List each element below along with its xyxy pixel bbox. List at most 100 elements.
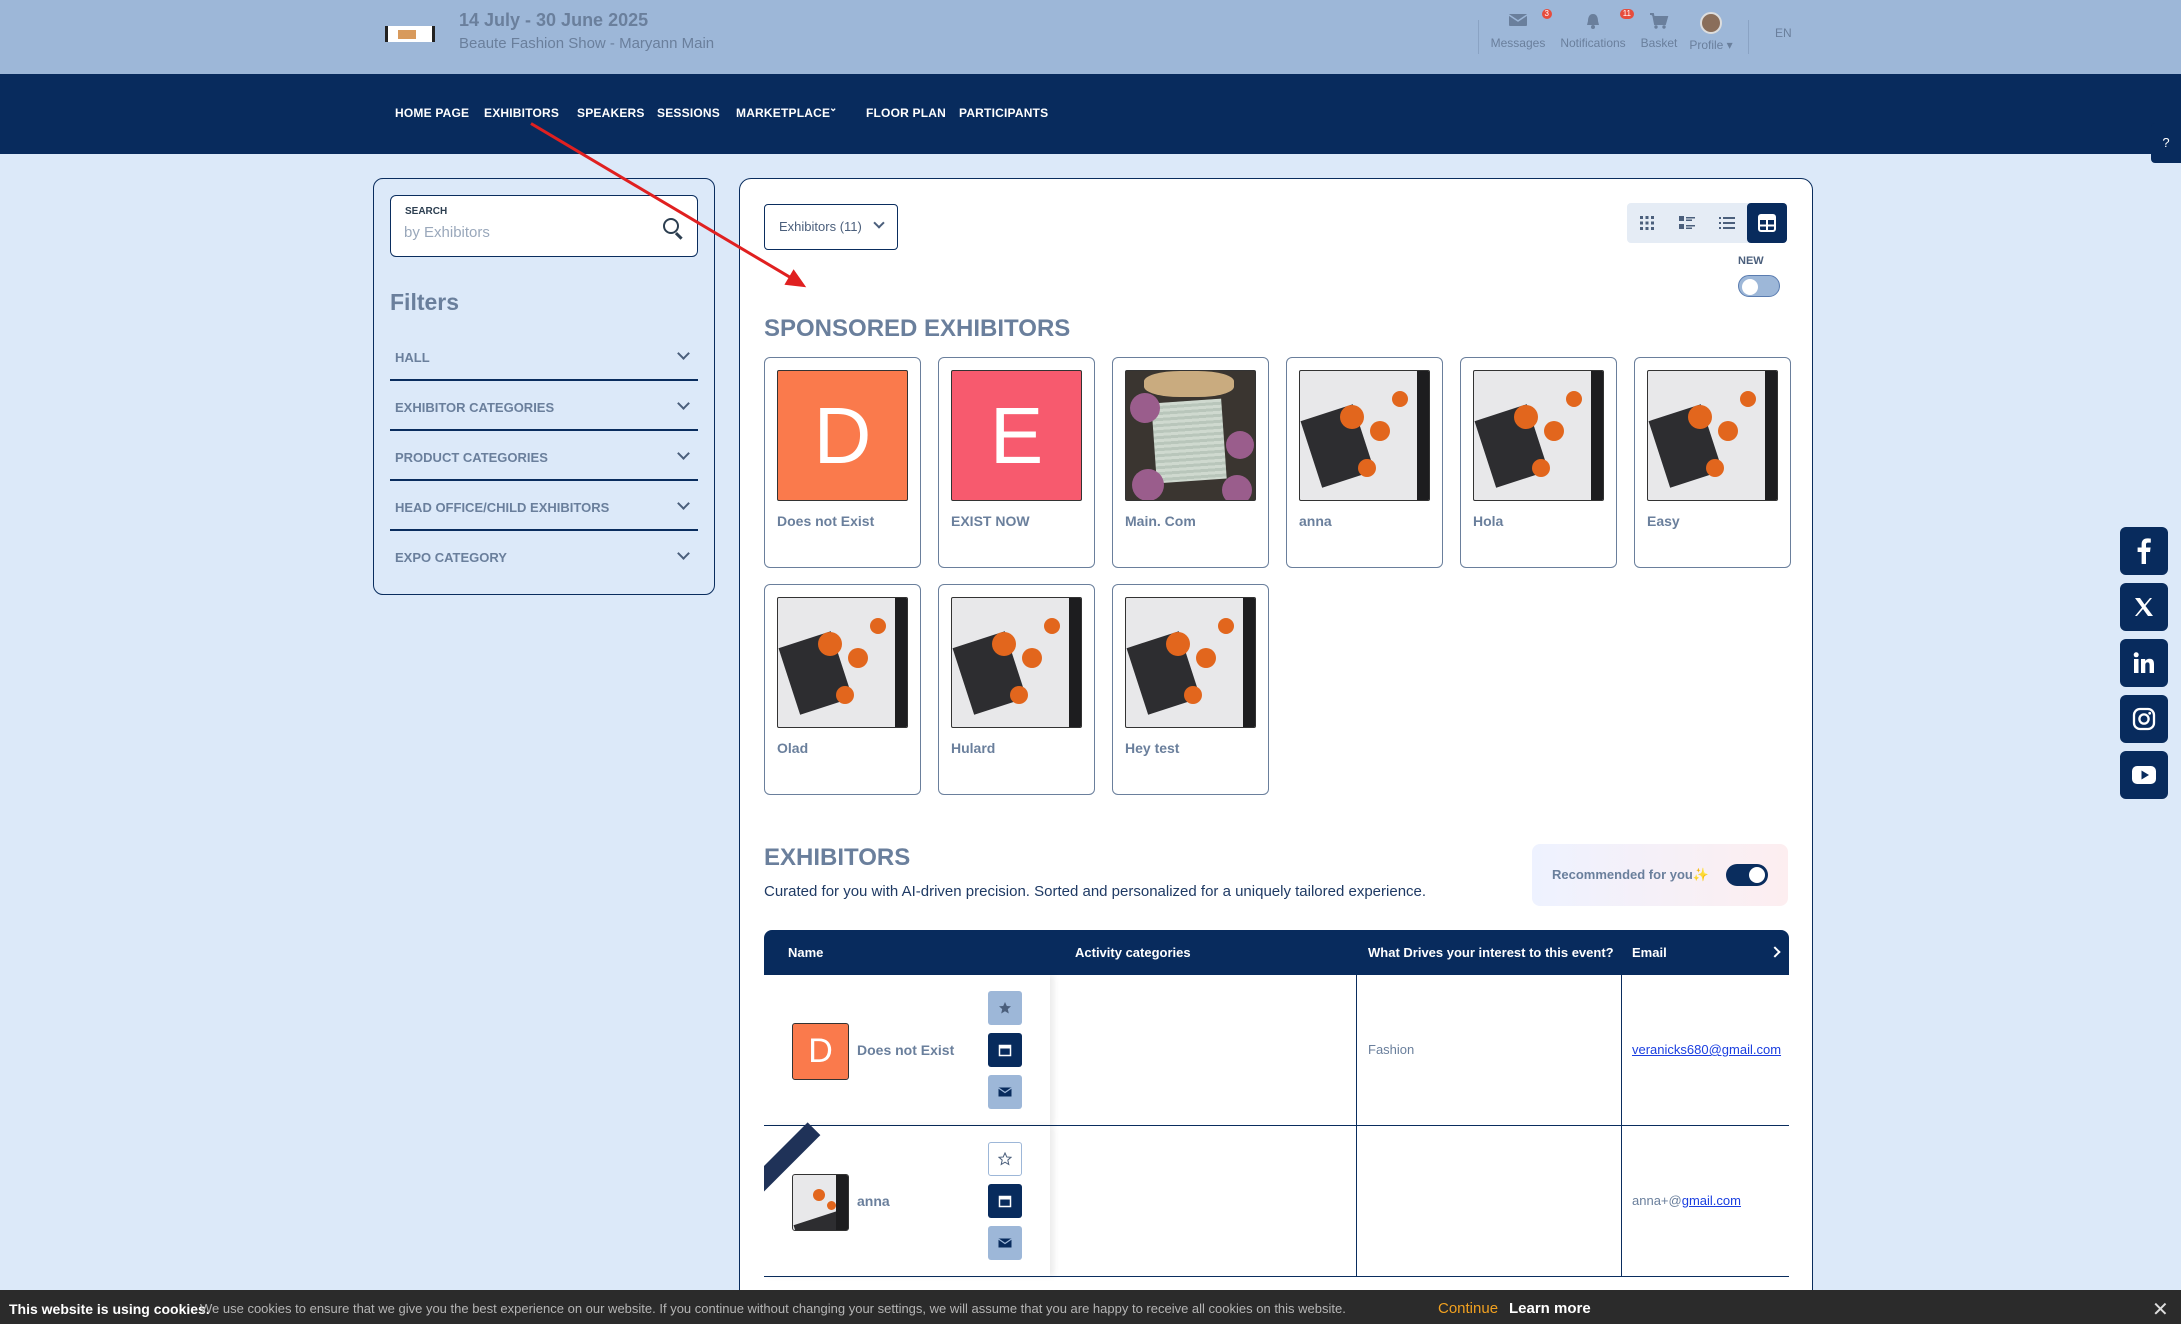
- exhibitor-card[interactable]: D Does not Exist: [764, 357, 921, 568]
- nav-home[interactable]: HOME PAGE: [395, 106, 469, 120]
- pumpkin-shape: [1022, 648, 1042, 668]
- exhibitors-dropdown[interactable]: Exhibitors (11): [764, 204, 898, 250]
- column-header[interactable]: What Drives your interest to this event?: [1368, 945, 1614, 960]
- help-icon[interactable]: ?: [2151, 123, 2181, 163]
- pumpkin-shape: [1044, 618, 1060, 634]
- exhibitor-card[interactable]: Hey test: [1112, 584, 1269, 795]
- message-button[interactable]: [988, 1226, 1022, 1260]
- exhibitor-name[interactable]: anna: [857, 1193, 890, 1209]
- filter-expo-category[interactable]: EXPO CATEGORY: [390, 531, 698, 581]
- exhibitor-card[interactable]: Hola: [1460, 357, 1617, 568]
- exhibitor-card-name: Does not Exist: [777, 513, 875, 529]
- linkedin-icon[interactable]: [2120, 639, 2168, 687]
- pumpkin-shape: [836, 686, 854, 704]
- avatar: [1700, 12, 1722, 34]
- exhibitor-logo[interactable]: [792, 1174, 849, 1231]
- profile-button[interactable]: Profile ▾: [1686, 12, 1736, 52]
- nav-sessions[interactable]: SESSIONS: [657, 106, 720, 120]
- detail-list-view-button[interactable]: [1667, 203, 1707, 243]
- calendar-icon: [998, 1044, 1012, 1057]
- instagram-icon[interactable]: [2120, 695, 2168, 743]
- exhibitor-image: [1125, 370, 1256, 501]
- recommended-toggle[interactable]: [1726, 864, 1768, 886]
- image-edge: [1417, 371, 1429, 500]
- event-logo[interactable]: [385, 26, 435, 42]
- exhibitor-logo[interactable]: D: [792, 1023, 849, 1080]
- messages-button[interactable]: 3 Messages: [1490, 9, 1552, 50]
- new-toggle[interactable]: [1738, 275, 1780, 297]
- filter-product-categories[interactable]: PRODUCT CATEGORIES: [390, 431, 698, 481]
- divider: [1356, 1126, 1357, 1276]
- list-view-button[interactable]: [1707, 203, 1747, 243]
- pumpkin-shape: [1218, 618, 1234, 634]
- search-icon[interactable]: [663, 218, 679, 234]
- new-label: NEW: [1738, 255, 1764, 267]
- message-button[interactable]: [988, 1075, 1022, 1109]
- star-outline-icon: [998, 1152, 1012, 1166]
- filter-label: HEAD OFFICE/CHILD EXHIBITORS: [395, 500, 610, 515]
- exhibitor-image: [777, 597, 908, 728]
- notifications-button[interactable]: 11 Notifications: [1558, 9, 1634, 50]
- x-icon[interactable]: [2120, 583, 2168, 631]
- filters-title: Filters: [390, 289, 460, 315]
- favorite-button[interactable]: [988, 991, 1022, 1025]
- favorite-button[interactable]: [988, 1142, 1022, 1176]
- chevron-right-icon[interactable]: [1769, 946, 1781, 958]
- nav-speakers[interactable]: SPEAKERS: [577, 106, 645, 120]
- column-header[interactable]: Name: [788, 945, 823, 960]
- filter-head-office[interactable]: HEAD OFFICE/CHILD EXHIBITORS: [390, 481, 698, 531]
- nav-floor-plan[interactable]: FLOOR PLAN: [866, 106, 946, 120]
- exhibitor-card[interactable]: Olad: [764, 584, 921, 795]
- exhibitor-card[interactable]: Main. Com: [1112, 357, 1269, 568]
- basket-label: Basket: [1640, 36, 1678, 50]
- chevron-down-icon: [873, 217, 885, 229]
- grid-view-button[interactable]: [1627, 203, 1667, 243]
- column-header[interactable]: Activity categories: [1075, 945, 1191, 960]
- exhibitor-card[interactable]: E EXIST NOW: [938, 357, 1095, 568]
- language-selector[interactable]: EN: [1775, 26, 1792, 40]
- pumpkin-shape: [1740, 391, 1756, 407]
- schedule-meeting-button[interactable]: [988, 1033, 1022, 1067]
- list-icon: [1719, 217, 1735, 229]
- exhibitors-panel: Exhibitors (11) NEW SPONSORED EXHIBITORS…: [739, 178, 1813, 1324]
- chevron-down-icon[interactable]: ⌄: [829, 103, 838, 114]
- nav-exhibitors[interactable]: EXHIBITORS: [484, 106, 559, 120]
- schedule-meeting-button[interactable]: [988, 1184, 1022, 1218]
- filter-exhibitor-categories[interactable]: EXHIBITOR CATEGORIES: [390, 381, 698, 431]
- exhibitor-card-name: Main. Com: [1125, 513, 1196, 529]
- filter-label: EXPO CATEGORY: [395, 550, 507, 565]
- youtube-icon[interactable]: [2120, 751, 2168, 799]
- exhibitors-subtitle: Curated for you with AI-driven precision…: [764, 883, 1427, 900]
- exhibitor-name[interactable]: Does not Exist: [857, 1042, 954, 1058]
- search-input[interactable]: [404, 224, 644, 241]
- filter-hall[interactable]: HALL: [390, 331, 698, 381]
- column-header[interactable]: Email: [1632, 945, 1667, 960]
- divider: [1621, 1126, 1622, 1276]
- image-edge: [836, 1175, 848, 1230]
- pumpkin-shape: [813, 1189, 825, 1201]
- cookie-continue-button[interactable]: Continue: [1438, 1300, 1498, 1317]
- chevron-down-icon: [677, 447, 690, 460]
- exhibitor-card[interactable]: Easy: [1634, 357, 1791, 568]
- table-row[interactable]: Fashion veranicks680@gmail.com D Does no…: [764, 975, 1789, 1126]
- exhibitor-image: [951, 597, 1082, 728]
- facebook-icon[interactable]: [2120, 527, 2168, 575]
- pumpkin-shape: [1358, 459, 1376, 477]
- table-view-button[interactable]: [1747, 203, 1787, 243]
- cookie-learn-more-link[interactable]: Learn more: [1509, 1300, 1591, 1317]
- basket-button[interactable]: Basket: [1640, 12, 1678, 50]
- exhibitors-table: Name Activity categories What Drives you…: [764, 930, 1789, 1324]
- nav-marketplace[interactable]: MARKETPLACE: [736, 106, 830, 120]
- filter-label: HALL: [395, 350, 430, 365]
- close-icon[interactable]: ✕: [2152, 1297, 2169, 1322]
- exhibitor-card[interactable]: anna: [1286, 357, 1443, 568]
- flower-shape: [1132, 469, 1164, 500]
- email-link[interactable]: gmail.com: [1682, 1193, 1741, 1208]
- email-link[interactable]: veranicks680@gmail.com: [1632, 1042, 1781, 1057]
- exhibitor-card[interactable]: Hulard: [938, 584, 1095, 795]
- image-edge: [1243, 598, 1255, 727]
- name-cell: anna: [764, 1122, 1050, 1276]
- table-row[interactable]: anna+@gmail.com anna: [764, 1122, 1789, 1277]
- exhibitor-card-name: Easy: [1647, 513, 1680, 529]
- nav-participants[interactable]: PARTICIPANTS: [959, 106, 1048, 120]
